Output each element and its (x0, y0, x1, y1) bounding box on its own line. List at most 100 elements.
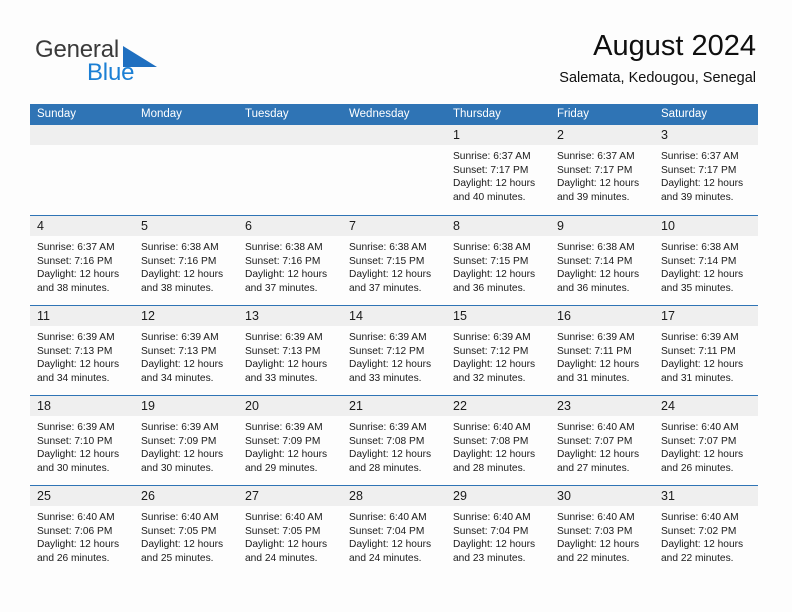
sunset-text: Sunset: 7:13 PM (141, 345, 217, 357)
calendar-day-cell[interactable]: 28 Sunrise: 6:40 AM Sunset: 7:04 PM Dayligh… (342, 486, 446, 575)
day-details: Sunrise: 6:38 AM Sunset: 7:14 PM Daylight:… (654, 236, 758, 295)
calendar-day-cell[interactable]: 31 Sunrise: 6:40 AM Sunset: 7:02 PM Dayligh… (654, 486, 758, 575)
daylight-text: Daylight: 12 hours and 31 minutes. (661, 359, 744, 384)
calendar-page: General Blue August 2024 Salemata, Kedou… (0, 0, 792, 612)
daylight-text: Daylight: 12 hours and 37 minutes. (245, 269, 328, 294)
calendar-day-cell[interactable]: 10 Sunrise: 6:38 AM Sunset: 7:14 PM Dayligh… (654, 216, 758, 305)
day-number: 23 (557, 399, 571, 413)
calendar-day-cell[interactable]: 12 Sunrise: 6:39 AM Sunset: 7:13 PM Dayligh… (134, 306, 238, 395)
calendar-day-cell[interactable]: 2 Sunrise: 6:37 AM Sunset: 7:17 PM Daylight… (550, 125, 654, 215)
sunset-text: Sunset: 7:04 PM (453, 525, 529, 537)
sunrise-text: Sunrise: 6:37 AM (37, 242, 115, 253)
day-number-band: 25 (30, 486, 134, 506)
sunrise-text: Sunrise: 6:40 AM (349, 512, 427, 523)
sunrise-text: Sunrise: 6:40 AM (245, 512, 323, 523)
day-number-band: 28 (342, 486, 446, 506)
calendar-day-cell[interactable]: 15 Sunrise: 6:39 AM Sunset: 7:12 PM Dayligh… (446, 306, 550, 395)
day-number: 15 (453, 309, 467, 323)
daylight-text: Daylight: 12 hours and 38 minutes. (37, 269, 120, 294)
day-number: 8 (453, 219, 460, 233)
calendar-day-cell-empty (134, 125, 238, 215)
calendar-day-cell[interactable]: 1 Sunrise: 6:37 AM Sunset: 7:17 PM Daylight… (446, 125, 550, 215)
calendar-day-cell[interactable]: 3 Sunrise: 6:37 AM Sunset: 7:17 PM Daylight… (654, 125, 758, 215)
calendar-day-cell[interactable]: 19 Sunrise: 6:39 AM Sunset: 7:09 PM Dayligh… (134, 396, 238, 485)
sunset-text: Sunset: 7:04 PM (349, 525, 425, 537)
sunrise-text: Sunrise: 6:39 AM (141, 422, 219, 433)
calendar-day-cell[interactable]: 14 Sunrise: 6:39 AM Sunset: 7:12 PM Dayligh… (342, 306, 446, 395)
day-details: Sunrise: 6:38 AM Sunset: 7:16 PM Daylight:… (238, 236, 342, 295)
calendar-day-cell[interactable]: 6 Sunrise: 6:38 AM Sunset: 7:16 PM Daylight… (238, 216, 342, 305)
day-details: Sunrise: 6:40 AM Sunset: 7:07 PM Daylight:… (550, 416, 654, 475)
day-number: 19 (141, 399, 155, 413)
calendar-day-cell[interactable]: 5 Sunrise: 6:38 AM Sunset: 7:16 PM Daylight… (134, 216, 238, 305)
day-number: 18 (37, 399, 51, 413)
sunrise-text: Sunrise: 6:37 AM (557, 151, 635, 162)
sunset-text: Sunset: 7:17 PM (661, 164, 737, 176)
daylight-text: Daylight: 12 hours and 33 minutes. (349, 359, 432, 384)
calendar-day-cell[interactable]: 22 Sunrise: 6:40 AM Sunset: 7:08 PM Dayligh… (446, 396, 550, 485)
day-number-band: 9 (550, 216, 654, 236)
day-number: 10 (661, 219, 675, 233)
day-number-band: 16 (550, 306, 654, 326)
calendar-day-cell[interactable]: 26 Sunrise: 6:40 AM Sunset: 7:05 PM Dayligh… (134, 486, 238, 575)
day-number: 16 (557, 309, 571, 323)
day-number: 29 (453, 489, 467, 503)
daylight-text: Daylight: 12 hours and 26 minutes. (661, 449, 744, 474)
daylight-text: Daylight: 12 hours and 24 minutes. (349, 539, 432, 564)
daylight-text: Daylight: 12 hours and 32 minutes. (453, 359, 536, 384)
day-details: Sunrise: 6:40 AM Sunset: 7:03 PM Daylight:… (550, 506, 654, 565)
sunset-text: Sunset: 7:17 PM (557, 164, 633, 176)
calendar-day-cell[interactable]: 11 Sunrise: 6:39 AM Sunset: 7:13 PM Dayligh… (30, 306, 134, 395)
calendar-day-cell[interactable]: 30 Sunrise: 6:40 AM Sunset: 7:03 PM Dayligh… (550, 486, 654, 575)
day-details: Sunrise: 6:40 AM Sunset: 7:06 PM Daylight:… (30, 506, 134, 565)
sunset-text: Sunset: 7:08 PM (349, 435, 425, 447)
calendar-day-cell[interactable]: 18 Sunrise: 6:39 AM Sunset: 7:10 PM Dayligh… (30, 396, 134, 485)
calendar-day-cell[interactable]: 24 Sunrise: 6:40 AM Sunset: 7:07 PM Dayligh… (654, 396, 758, 485)
calendar-day-cell[interactable]: 8 Sunrise: 6:38 AM Sunset: 7:15 PM Daylight… (446, 216, 550, 305)
day-number: 3 (661, 128, 668, 142)
day-number-band: 12 (134, 306, 238, 326)
weekday-header-thursday: Thursday (453, 108, 501, 120)
day-number-band: 20 (238, 396, 342, 416)
sunrise-text: Sunrise: 6:39 AM (453, 332, 531, 343)
day-number: 28 (349, 489, 363, 503)
calendar-day-cell[interactable]: 27 Sunrise: 6:40 AM Sunset: 7:05 PM Dayligh… (238, 486, 342, 575)
sunset-text: Sunset: 7:13 PM (37, 345, 113, 357)
daylight-text: Daylight: 12 hours and 27 minutes. (557, 449, 640, 474)
sunrise-text: Sunrise: 6:40 AM (141, 512, 219, 523)
day-details: Sunrise: 6:38 AM Sunset: 7:15 PM Daylight:… (342, 236, 446, 295)
calendar-day-cell[interactable]: 25 Sunrise: 6:40 AM Sunset: 7:06 PM Dayligh… (30, 486, 134, 575)
weekday-header-friday: Friday (557, 108, 589, 120)
sunrise-text: Sunrise: 6:39 AM (141, 332, 219, 343)
calendar-day-cell[interactable]: 4 Sunrise: 6:37 AM Sunset: 7:16 PM Daylight… (30, 216, 134, 305)
sunrise-text: Sunrise: 6:39 AM (245, 332, 323, 343)
calendar-day-cell[interactable]: 7 Sunrise: 6:38 AM Sunset: 7:15 PM Daylight… (342, 216, 446, 305)
day-details: Sunrise: 6:39 AM Sunset: 7:12 PM Daylight:… (342, 326, 446, 385)
calendar-day-cell[interactable]: 13 Sunrise: 6:39 AM Sunset: 7:13 PM Dayligh… (238, 306, 342, 395)
brand-logo[interactable]: General Blue (35, 36, 255, 86)
daylight-text: Daylight: 12 hours and 34 minutes. (141, 359, 224, 384)
sunrise-text: Sunrise: 6:39 AM (245, 422, 323, 433)
calendar-day-cell[interactable]: 23 Sunrise: 6:40 AM Sunset: 7:07 PM Dayligh… (550, 396, 654, 485)
daylight-text: Daylight: 12 hours and 39 minutes. (557, 178, 640, 203)
page-header: General Blue August 2024 Salemata, Kedou… (0, 0, 792, 103)
calendar-day-cell[interactable]: 17 Sunrise: 6:39 AM Sunset: 7:11 PM Dayligh… (654, 306, 758, 395)
sunset-text: Sunset: 7:02 PM (661, 525, 737, 537)
day-number: 2 (557, 128, 564, 142)
day-details: Sunrise: 6:39 AM Sunset: 7:09 PM Daylight:… (238, 416, 342, 475)
sunrise-text: Sunrise: 6:39 AM (349, 422, 427, 433)
day-details: Sunrise: 6:39 AM Sunset: 7:09 PM Daylight:… (134, 416, 238, 475)
sunset-text: Sunset: 7:14 PM (661, 255, 737, 267)
sunrise-text: Sunrise: 6:40 AM (661, 422, 739, 433)
calendar-day-cell[interactable]: 29 Sunrise: 6:40 AM Sunset: 7:04 PM Dayligh… (446, 486, 550, 575)
day-number-band: 1 (446, 125, 550, 145)
day-number-band: 21 (342, 396, 446, 416)
calendar-day-cell[interactable]: 21 Sunrise: 6:39 AM Sunset: 7:08 PM Dayligh… (342, 396, 446, 485)
day-number-band: 11 (30, 306, 134, 326)
sunset-text: Sunset: 7:06 PM (37, 525, 113, 537)
sunset-text: Sunset: 7:16 PM (141, 255, 217, 267)
calendar-day-cell[interactable]: 16 Sunrise: 6:39 AM Sunset: 7:11 PM Dayligh… (550, 306, 654, 395)
calendar-day-cell[interactable]: 20 Sunrise: 6:39 AM Sunset: 7:09 PM Dayligh… (238, 396, 342, 485)
sunset-text: Sunset: 7:09 PM (245, 435, 321, 447)
calendar-day-cell[interactable]: 9 Sunrise: 6:38 AM Sunset: 7:14 PM Daylight… (550, 216, 654, 305)
